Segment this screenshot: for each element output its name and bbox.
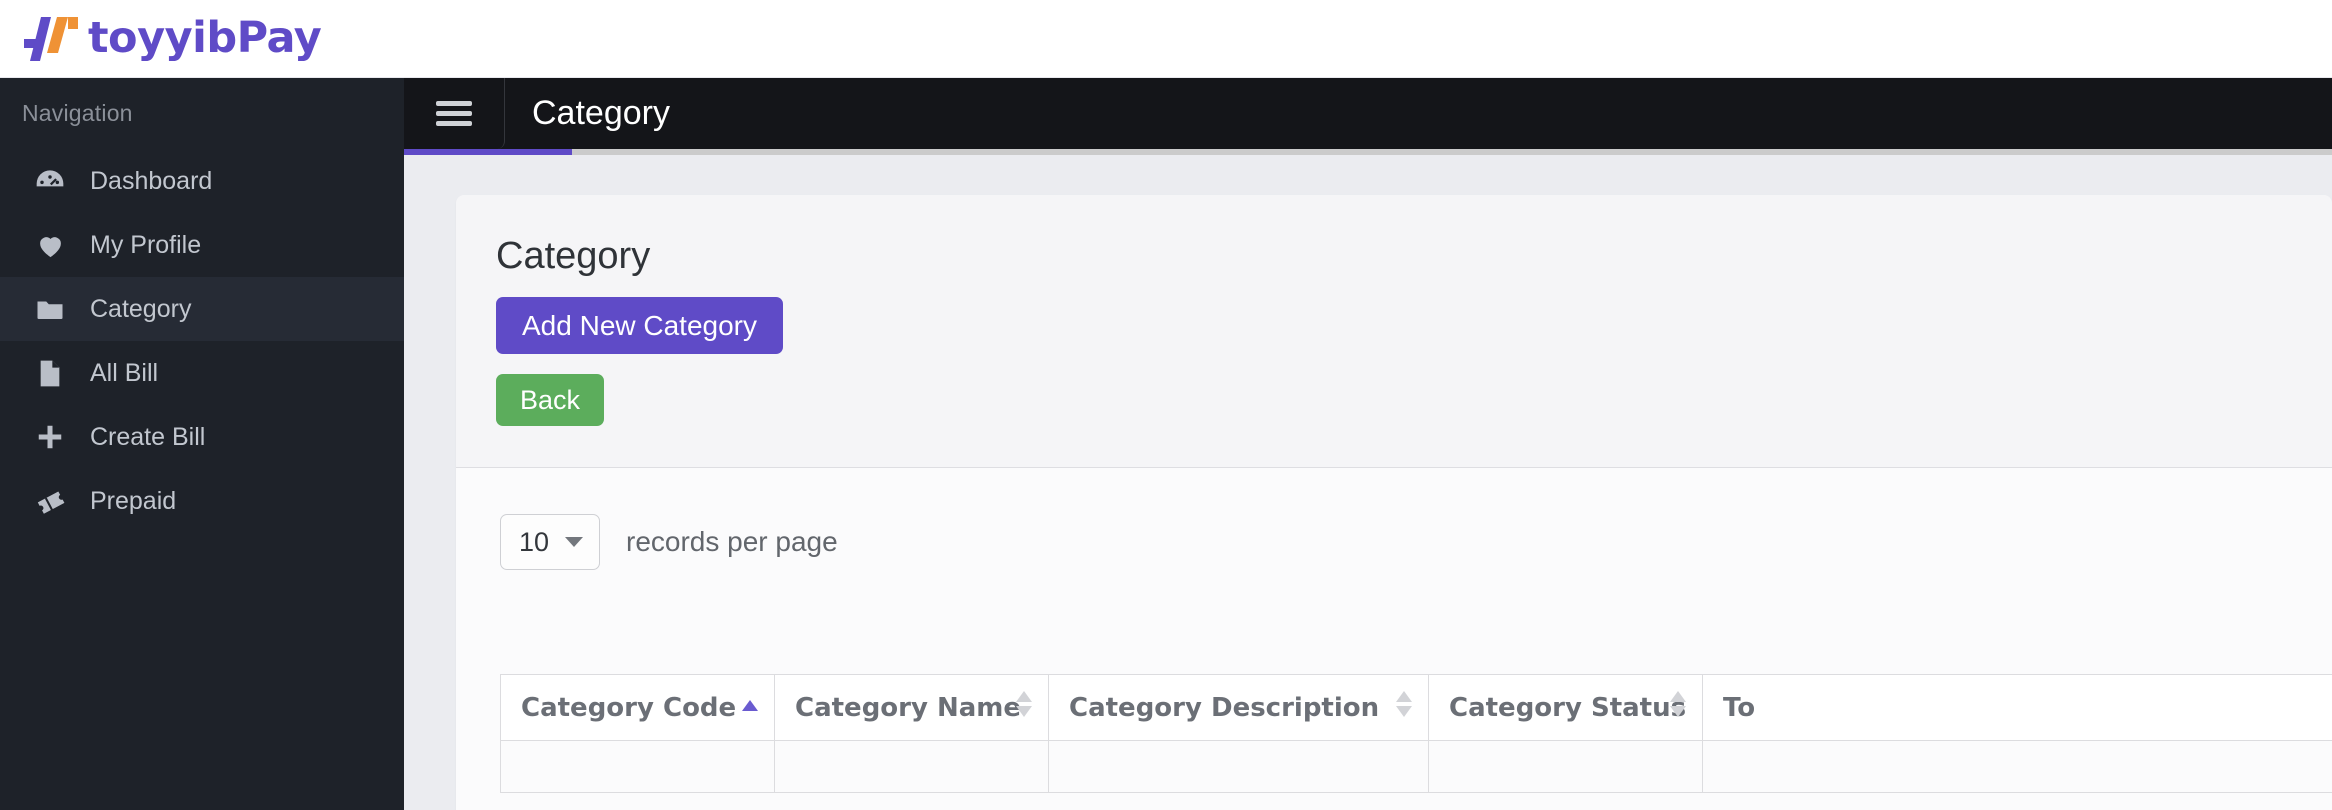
page-header: Category: [404, 78, 2332, 149]
add-new-category-button[interactable]: Add New Category: [496, 297, 784, 354]
back-button[interactable]: Back: [496, 374, 605, 426]
column-label: Category Name: [795, 692, 1022, 723]
sidebar-item-category[interactable]: Category: [0, 277, 404, 341]
column-label: Category Status: [1449, 692, 1687, 723]
table-body: [500, 740, 2332, 793]
column-header-category-description[interactable]: Category Description: [1048, 674, 1429, 741]
table-row[interactable]: [500, 740, 2332, 793]
records-per-page-select[interactable]: 10: [500, 514, 600, 570]
ticket-icon: [30, 485, 70, 517]
sidebar-item-label: My Profile: [90, 230, 202, 259]
sort-neutral-icon: [1396, 690, 1412, 725]
sidebar-nav-list: Dashboard My Profile Category All Bill C…: [0, 149, 404, 533]
column-label: Category Code: [521, 692, 737, 723]
sort-neutral-icon: [1670, 690, 1686, 725]
sidebar-toggle-button[interactable]: [404, 78, 505, 149]
folder-icon: [30, 293, 70, 325]
records-per-page-row: 10 records per page: [456, 468, 2332, 570]
sidebar: Navigation Dashboard My Profile Category…: [0, 78, 404, 810]
heart-icon: [30, 229, 70, 261]
table-head: Category Code Category Name Category Des…: [500, 674, 2332, 741]
table-header-row: Category Code Category Name Category Des…: [500, 674, 2332, 741]
sort-neutral-icon: [1016, 690, 1032, 725]
records-per-page-value: 10: [519, 526, 550, 557]
table-cell: [1428, 740, 1703, 793]
toyyibpay-logo-icon: [24, 13, 80, 65]
column-label: Category Description: [1069, 692, 1380, 723]
sidebar-item-label: Dashboard: [90, 166, 213, 195]
sidebar-item-label: All Bill: [90, 358, 159, 387]
sort-ascending-icon: [742, 699, 758, 716]
page-title: Category: [532, 94, 670, 132]
file-icon: [30, 357, 70, 389]
brand-bar: toyyibPay: [0, 0, 2332, 78]
column-header-category-status[interactable]: Category Status: [1428, 674, 1703, 741]
table-section: 10 records per page Category Code Catego…: [456, 468, 2332, 810]
sidebar-item-dashboard[interactable]: Dashboard: [0, 149, 404, 213]
sidebar-item-label: Prepaid: [90, 486, 177, 515]
brand-name: toyyibPay: [88, 13, 322, 63]
sidebar-item-my-profile[interactable]: My Profile: [0, 213, 404, 277]
column-header-category-name[interactable]: Category Name: [774, 674, 1049, 741]
table-cell: [1702, 740, 2332, 793]
brand-logo[interactable]: toyyibPay: [24, 13, 322, 65]
table-cell: [774, 740, 1049, 793]
sidebar-item-create-bill[interactable]: Create Bill: [0, 405, 404, 469]
plus-icon: [30, 421, 70, 453]
card-header: Category Add New Category Back: [456, 195, 2332, 426]
category-table: Category Code Category Name Category Des…: [500, 674, 2332, 793]
sidebar-item-label: Category: [90, 294, 192, 323]
table-cell: [1048, 740, 1429, 793]
category-card: Category Add New Category Back 10 record…: [456, 195, 2332, 810]
table-cell: [500, 740, 775, 793]
main-content: Category Add New Category Back 10 record…: [404, 155, 2332, 810]
card-title: Category: [496, 235, 651, 277]
chevron-down-icon: [565, 537, 583, 547]
sidebar-heading: Navigation: [22, 100, 133, 126]
hamburger-icon: [436, 96, 472, 131]
records-per-page-label: records per page: [626, 526, 838, 557]
dashboard-icon: [30, 165, 70, 197]
sidebar-item-prepaid[interactable]: Prepaid: [0, 469, 404, 533]
column-header-tools[interactable]: To: [1702, 674, 2332, 741]
column-header-category-code[interactable]: Category Code: [500, 674, 775, 741]
sidebar-item-label: Create Bill: [90, 422, 206, 451]
column-label: To: [1723, 692, 1756, 723]
sidebar-item-all-bill[interactable]: All Bill: [0, 341, 404, 405]
